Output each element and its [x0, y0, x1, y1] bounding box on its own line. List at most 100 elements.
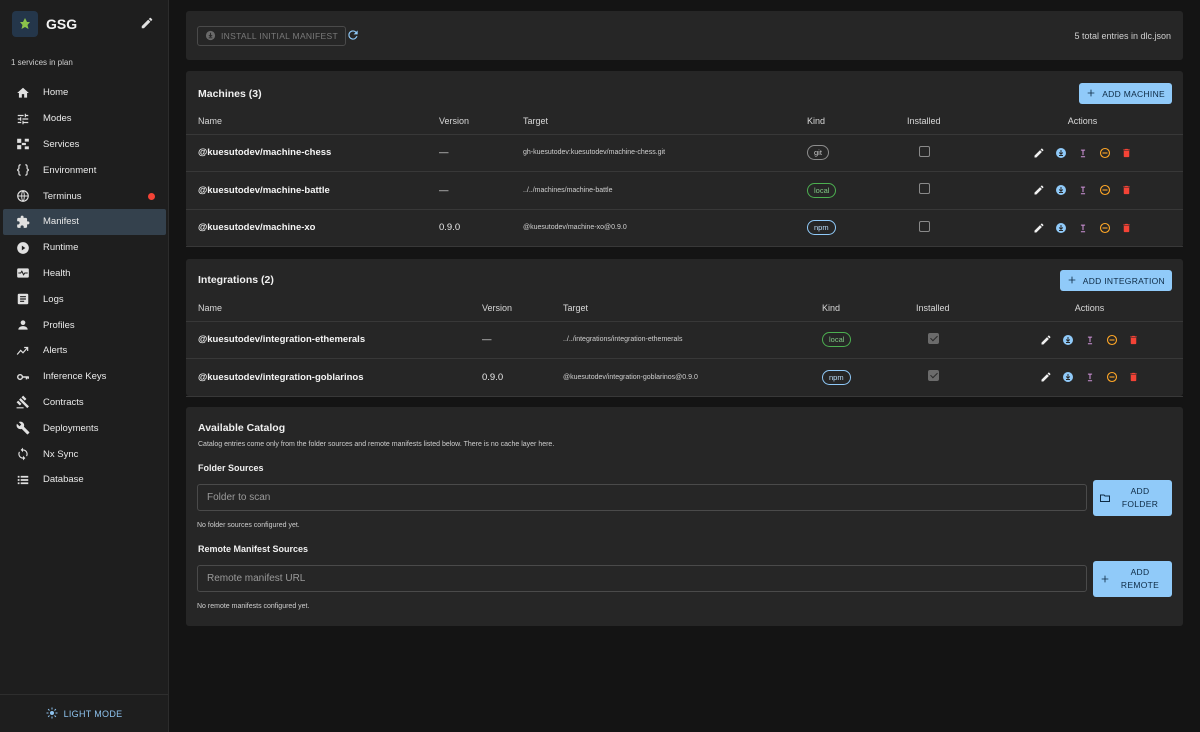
add-folder-label-line1: ADD [1130, 486, 1150, 496]
edit-icon[interactable] [1032, 184, 1045, 197]
entry-version: — [439, 134, 523, 172]
nav-item-logs[interactable]: Logs [3, 286, 166, 312]
remove-circle-icon[interactable] [1098, 221, 1111, 234]
edit-icon[interactable] [1039, 371, 1052, 384]
nav-item-profiles[interactable]: Profiles [3, 312, 166, 338]
nav-item-deployments[interactable]: Deployments [3, 415, 166, 441]
nav-item-services[interactable]: Services [3, 132, 166, 158]
catalog-description: Catalog entries come only from the folde… [198, 441, 555, 448]
entry-version: 0.9.0 [482, 358, 563, 397]
entry-actions [982, 171, 1183, 210]
add-machine-button[interactable]: ADD MACHINE [1079, 83, 1172, 104]
remote-sources-title: Remote Manifest Sources [198, 544, 309, 554]
upload-icon[interactable] [1083, 371, 1096, 384]
add-integration-button[interactable]: ADD INTEGRATION [1059, 270, 1172, 291]
installed-checkbox [928, 332, 939, 344]
installed-checkbox[interactable] [919, 183, 930, 195]
installed-checkbox[interactable] [919, 145, 930, 157]
installed-checkbox[interactable] [919, 220, 930, 232]
alert-dot [148, 193, 155, 201]
nav-label: Profiles [43, 319, 75, 331]
entry-installed-cell [916, 321, 996, 359]
download-icon[interactable] [1061, 371, 1074, 384]
delete-icon[interactable] [1120, 146, 1133, 159]
install-manifest-button[interactable]: INSTALL INITIAL MANIFEST [197, 26, 346, 46]
nav-item-terminus[interactable]: Terminus [3, 183, 166, 209]
play-icon [15, 240, 31, 256]
edit-icon[interactable] [140, 16, 156, 32]
add-remote-button[interactable]: ADD REMOTE [1093, 561, 1172, 597]
col-target: Target [563, 296, 822, 322]
nav-item-manifest[interactable]: Manifest [3, 208, 166, 235]
table-row: @kuesutodev/integration-ethemerals — ../..… [186, 321, 1183, 359]
edit-icon[interactable] [1039, 333, 1052, 346]
delete-icon[interactable] [1127, 371, 1140, 384]
edit-icon[interactable] [1032, 146, 1045, 159]
upload-icon[interactable] [1076, 146, 1089, 159]
machines-table: Name Version Target Kind Installed Actio… [186, 109, 1183, 247]
download-icon[interactable] [1054, 221, 1067, 234]
remote-url-input[interactable]: Remote manifest URL [197, 565, 1087, 592]
nav-label: Alerts [43, 345, 68, 357]
delete-icon[interactable] [1120, 184, 1133, 197]
add-remote-label-line1: ADD [1130, 567, 1150, 577]
plus-icon [1067, 275, 1077, 287]
delete-icon[interactable] [1120, 221, 1133, 234]
trend-icon [15, 343, 31, 359]
globe-icon [15, 188, 31, 204]
nav-item-health[interactable]: Health [3, 261, 166, 287]
download-icon[interactable] [1054, 184, 1067, 197]
sidebar: GSG 1 services in plan Home Modes Servic… [0, 0, 169, 732]
col-version: Version [482, 296, 563, 322]
wrench-icon [15, 420, 31, 436]
col-actions: Actions [982, 109, 1183, 135]
nav-item-modes[interactable]: Modes [3, 106, 166, 132]
nav-item-environment[interactable]: Environment [3, 157, 166, 183]
nav-item-contracts[interactable]: Contracts [3, 390, 166, 416]
light-mode-toggle[interactable]: LIGHT MODE [46, 707, 123, 721]
download-icon[interactable] [1061, 333, 1074, 346]
upload-icon[interactable] [1076, 221, 1089, 234]
col-version: Version [439, 109, 523, 135]
entry-kind-cell: git [807, 134, 907, 172]
add-folder-label: ADD FOLDER [1112, 485, 1172, 511]
upload-icon[interactable] [1083, 333, 1096, 346]
upload-icon[interactable] [1076, 184, 1089, 197]
entry-kind-cell: npm [807, 209, 907, 247]
nav-item-inference-keys[interactable]: Inference Keys [3, 364, 166, 390]
add-remote-label-line2: REMOTE [1120, 580, 1160, 590]
refresh-icon[interactable] [346, 28, 362, 44]
nav-item-nx-sync[interactable]: Nx Sync [3, 441, 166, 467]
entry-target: @kuesutodev/machine-xo@0.9.0 [523, 209, 807, 247]
nav-item-alerts[interactable]: Alerts [3, 338, 166, 364]
remove-circle-icon[interactable] [1105, 371, 1118, 384]
entry-version: — [482, 321, 563, 359]
remove-circle-icon[interactable] [1098, 146, 1111, 159]
nav-label: Database [43, 474, 84, 486]
add-folder-button[interactable]: ADD FOLDER [1093, 480, 1172, 516]
download-circle-icon [205, 30, 216, 43]
nav-item-home[interactable]: Home [3, 80, 166, 106]
nav-item-database[interactable]: Database [3, 467, 166, 493]
entry-target: ../../machines/machine-battle [523, 171, 807, 210]
nav-item-runtime[interactable]: Runtime [3, 235, 166, 261]
remove-circle-icon[interactable] [1105, 333, 1118, 346]
delete-icon[interactable] [1127, 333, 1140, 346]
braces-icon [15, 162, 31, 178]
remove-circle-icon[interactable] [1098, 184, 1111, 197]
nav-label: Health [43, 267, 71, 279]
col-installed: Installed [907, 109, 982, 135]
edit-icon[interactable] [1032, 221, 1045, 234]
folder-input[interactable]: Folder to scan [197, 484, 1087, 511]
entry-installed-cell [907, 171, 982, 210]
app-logo-icon [12, 11, 38, 37]
entry-actions [996, 321, 1183, 359]
entry-kind-cell: local [807, 171, 907, 210]
col-installed: Installed [916, 296, 996, 322]
sync-icon [15, 446, 31, 462]
catalog-section: Available Catalog Catalog entries come o… [186, 407, 1183, 626]
entry-kind-cell: npm [822, 358, 916, 397]
download-icon[interactable] [1054, 146, 1067, 159]
brand: GSG [12, 10, 158, 38]
add-remote-label: ADD REMOTE [1112, 566, 1172, 592]
